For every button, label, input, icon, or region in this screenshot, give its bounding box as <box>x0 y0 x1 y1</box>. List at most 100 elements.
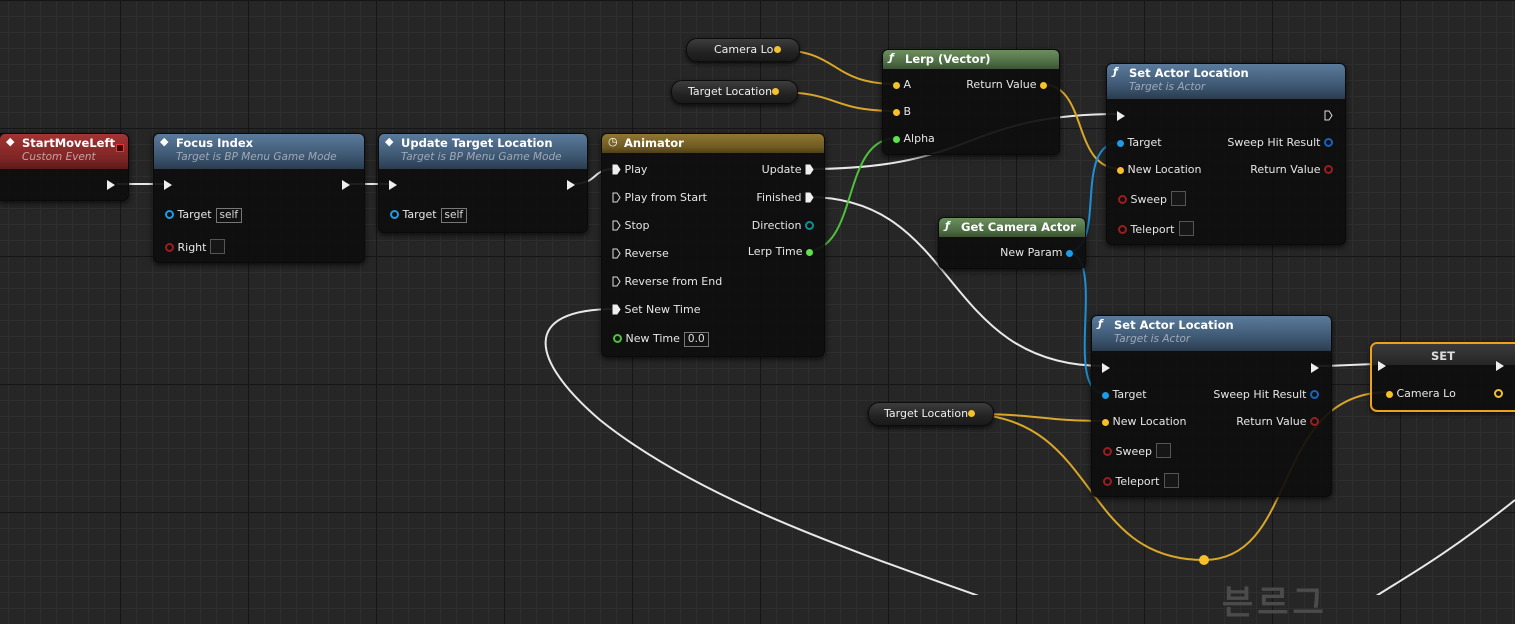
exec-in-pin[interactable] <box>1117 110 1125 124</box>
direction-pin[interactable]: Direction <box>752 219 814 233</box>
sweep-pin[interactable]: Sweep <box>1103 443 1171 459</box>
stop-pin[interactable]: Stop <box>612 219 650 233</box>
exec-in-pin[interactable] <box>1378 360 1386 374</box>
exec-out-pin[interactable] <box>567 179 575 193</box>
exec-in-pin[interactable] <box>1102 362 1110 376</box>
pin-label: New Location <box>1112 415 1187 428</box>
teleport-pin[interactable]: Teleport <box>1118 221 1194 237</box>
lerp-vector-node[interactable]: ƒ Lerp (Vector) A B Alpha Return Value <box>882 49 1060 155</box>
exec-pin-icon <box>612 192 621 203</box>
finished-pin[interactable]: Finished <box>756 191 814 205</box>
sweep-pin[interactable]: Sweep <box>1118 191 1186 207</box>
return-value-pin[interactable]: Return Value <box>1250 163 1333 177</box>
pin-label: Direction <box>751 219 802 232</box>
new-location-pin[interactable]: New Location <box>1117 163 1202 177</box>
exec-in-pin[interactable] <box>164 179 172 193</box>
reverse-from-end-pin[interactable]: Reverse from End <box>612 275 722 289</box>
set-actor-location-node-2[interactable]: ƒ Set Actor Location Target is Actor Tar… <box>1091 315 1332 497</box>
return-value-pin[interactable]: Return Value <box>1236 415 1319 429</box>
exec-pin-icon <box>612 276 621 287</box>
sweep-checkbox[interactable] <box>1156 443 1171 458</box>
target-value-field[interactable]: self <box>215 208 243 223</box>
start-move-left-node[interactable]: ◆ StartMoveLeft Custom Event <box>0 133 129 201</box>
node-header: ◆ Focus Index Target is BP Menu Game Mod… <box>154 134 364 169</box>
exec-pin-icon <box>567 180 575 190</box>
node-header: ƒ Set Actor Location Target is Actor <box>1092 316 1331 351</box>
bool-pin-icon <box>1118 195 1127 204</box>
play-pin[interactable]: Play <box>612 163 647 177</box>
camera-lo-variable[interactable]: Camera Lo <box>686 38 800 62</box>
new-time-field[interactable]: 0.0 <box>683 332 709 347</box>
node-title: SET <box>1431 349 1455 363</box>
pin-label: Sweep <box>1115 445 1153 458</box>
struct-pin-icon <box>1324 138 1333 147</box>
exec-pin-icon <box>1496 361 1504 371</box>
new-location-pin[interactable]: New Location <box>1102 415 1187 429</box>
exec-pin-icon <box>342 180 350 190</box>
vector-pin-icon <box>1102 419 1109 426</box>
float-pin-icon <box>893 136 900 143</box>
node-header: ƒ Get Camera Actor <box>939 218 1085 237</box>
object-pin-icon <box>390 210 399 219</box>
vector-pin-icon <box>772 88 779 95</box>
exec-in-pin[interactable] <box>389 179 397 193</box>
right-pin[interactable]: Right <box>165 239 226 255</box>
camera-lo-pin[interactable]: Camera Lo <box>1386 387 1456 401</box>
function-icon: ƒ <box>889 51 894 64</box>
exec-wire <box>1375 499 1515 595</box>
reroute-knot[interactable] <box>1199 555 1209 565</box>
pin-label: Teleport <box>1115 475 1160 488</box>
target-location-variable[interactable]: Target Location <box>671 80 798 104</box>
set-new-time-pin[interactable]: Set New Time <box>612 303 700 317</box>
reverse-pin[interactable]: Reverse <box>612 247 669 261</box>
node-title: Set Actor Location <box>1129 66 1249 80</box>
target-pin[interactable]: Target self <box>390 208 468 223</box>
focus-index-node[interactable]: ◆ Focus Index Target is BP Menu Game Mod… <box>153 133 365 263</box>
teleport-checkbox[interactable] <box>1163 473 1179 488</box>
bool-pin-icon <box>1118 225 1127 234</box>
delegate-pin-icon[interactable] <box>116 144 124 152</box>
teleport-checkbox[interactable] <box>1178 221 1194 236</box>
exec-out-pin[interactable] <box>342 179 350 193</box>
alpha-pin[interactable]: Alpha <box>893 132 935 146</box>
exec-pin-icon <box>612 220 621 231</box>
pin-label: New Location <box>1127 163 1202 176</box>
return-value-pin[interactable]: Return Value <box>966 78 1047 92</box>
right-checkbox[interactable] <box>210 239 226 254</box>
play-from-start-pin[interactable]: Play from Start <box>612 191 707 205</box>
update-target-location-node[interactable]: ◆ Update Target Location Target is BP Me… <box>378 133 588 233</box>
sweep-hit-result-pin[interactable]: Sweep Hit Result <box>1213 388 1319 402</box>
object-pin-icon <box>1066 250 1073 257</box>
a-pin[interactable]: A <box>893 78 911 92</box>
exec-out-pin[interactable] <box>1324 109 1333 123</box>
camera-lo-out-pin[interactable] <box>1494 387 1503 401</box>
new-param-pin[interactable]: New Param <box>1000 246 1073 260</box>
node-title: Focus Index <box>176 136 254 150</box>
target-pin[interactable]: Target <box>1117 136 1162 150</box>
new-time-pin[interactable]: New Time 0.0 <box>613 332 709 347</box>
sweep-checkbox[interactable] <box>1171 191 1186 206</box>
b-pin[interactable]: B <box>893 105 911 119</box>
bool-pin-icon <box>1310 417 1319 426</box>
update-pin[interactable]: Update <box>762 163 814 177</box>
pin-label: Reverse <box>624 247 669 260</box>
target-location-variable-2[interactable]: Target Location <box>868 402 994 426</box>
pin-label: Stop <box>624 219 650 232</box>
vector-pin-icon <box>893 109 900 116</box>
variable-label: Target Location <box>688 85 773 98</box>
set-actor-location-node[interactable]: ƒ Set Actor Location Target is Actor Tar… <box>1106 63 1346 245</box>
target-value-field[interactable]: self <box>440 208 468 223</box>
exec-out-pin[interactable] <box>107 179 115 193</box>
exec-out-pin[interactable] <box>1496 360 1504 374</box>
animator-timeline-node[interactable]: ◷ Animator Play Play from Start Stop Rev… <box>601 133 825 357</box>
lerp-time-pin[interactable]: Lerp Time <box>748 245 813 259</box>
target-pin[interactable]: Target self <box>165 208 243 223</box>
exec-out-pin[interactable] <box>1311 362 1319 376</box>
sweep-hit-result-pin[interactable]: Sweep Hit Result <box>1227 136 1333 150</box>
variable-label: Target Location <box>884 407 969 420</box>
teleport-pin[interactable]: Teleport <box>1103 473 1179 489</box>
target-pin[interactable]: Target <box>1102 388 1147 402</box>
set-variable-node[interactable]: SET Camera Lo <box>1370 342 1515 412</box>
exec-pin-icon <box>389 180 397 190</box>
get-camera-actor-node[interactable]: ƒ Get Camera Actor New Param <box>938 217 1086 269</box>
